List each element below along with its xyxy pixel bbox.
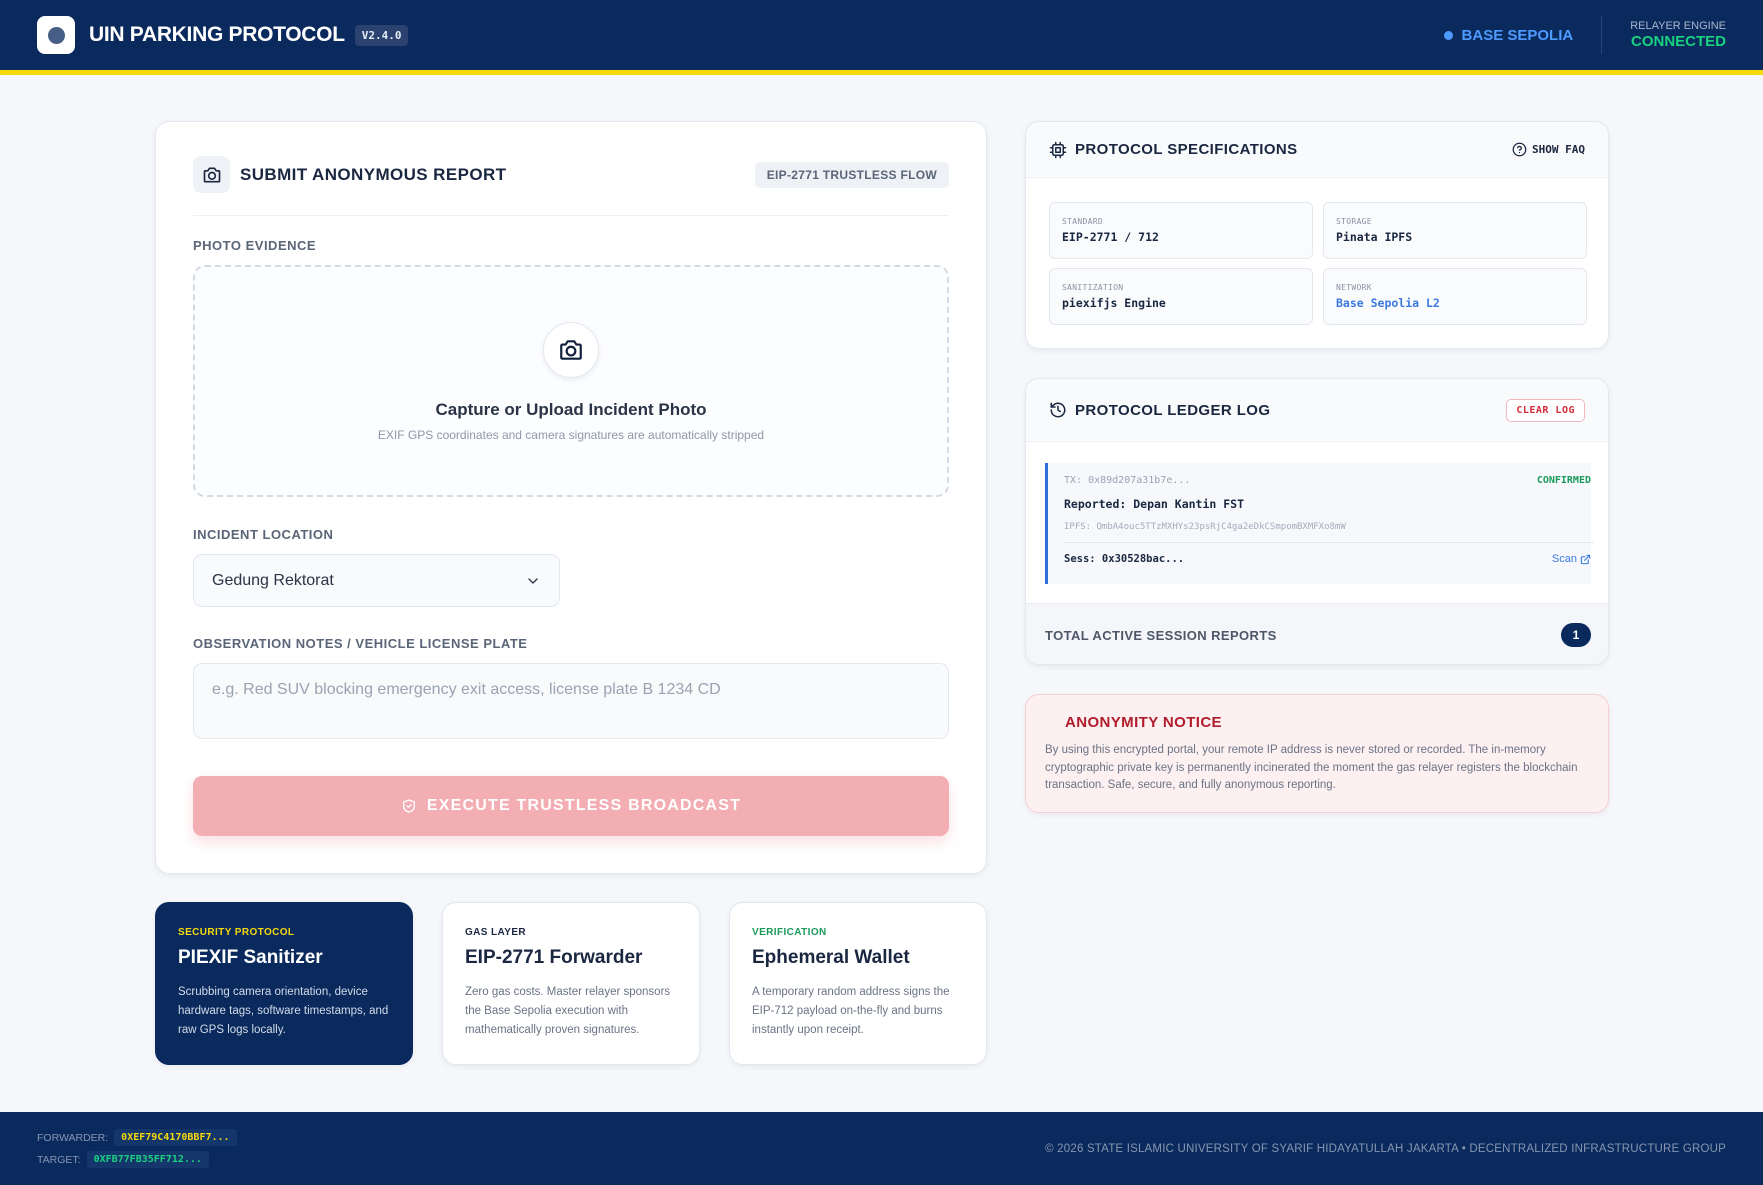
feature-description: Scrubbing camera orientation, device har… (178, 986, 389, 1036)
spec-value: piexifjs Engine (1062, 296, 1166, 310)
network-name: BASE SEPOLIA (1461, 26, 1574, 44)
copyright-text: © 2026 STATE ISLAMIC UNIVERSITY OF SYARI… (1045, 1142, 1726, 1155)
feature-tag: SECURITY PROTOCOL (178, 927, 295, 938)
feature-tag: VERIFICATION (752, 927, 827, 938)
ledger-header: PROTOCOL LEDGER LOG CLEAR LOG (1026, 379, 1608, 442)
location-select[interactable]: Gedung Rektorat (193, 554, 560, 607)
spec-sanitization: SANITIZATION piexifjs Engine (1049, 268, 1313, 325)
spec-storage: STORAGE Pinata IPFS (1323, 202, 1587, 259)
feature-title: Ephemeral Wallet (752, 947, 910, 968)
spec-standard: STANDARD EIP-2771 / 712 (1049, 202, 1313, 259)
spec-label: NETWORK (1336, 283, 1372, 292)
upload-camera-icon (543, 322, 599, 378)
ledger-title: PROTOCOL LEDGER LOG (1075, 401, 1271, 419)
entry-top-row: TX: 0x89d207a31b7e... CONFIRMED (1064, 475, 1591, 486)
app-logo (37, 16, 75, 54)
forwarder-label: FORWARDER: (37, 1131, 109, 1144)
entry-session-id: Sess: 0x30528bac... (1064, 553, 1185, 565)
feature-title: EIP-2771 Forwarder (465, 947, 643, 968)
feature-tag: GAS LAYER (465, 927, 527, 938)
feature-card-forwarder: GAS LAYER EIP-2771 Forwarder Zero gas co… (442, 902, 700, 1065)
version-badge: V2.4.0 (354, 24, 409, 46)
session-reports-summary: TOTAL ACTIVE SESSION REPORTS 1 (1026, 603, 1608, 664)
spec-value: EIP-2771 / 712 (1062, 230, 1159, 244)
observation-notes-label: OBSERVATION NOTES / VEHICLE LICENSE PLAT… (193, 636, 528, 651)
protocol-specs-panel: PROTOCOL SPECIFICATIONS SHOW FAQ STANDAR… (1025, 121, 1609, 349)
target-address-row: TARGET: 0XFB77FB35FF712... (37, 1149, 237, 1171)
contract-addresses: FORWARDER: 0XEF79C4170BBF7... TARGET: 0X… (37, 1127, 237, 1171)
spec-label: STORAGE (1336, 217, 1372, 226)
incident-location-label: INCIDENT LOCATION (193, 527, 334, 542)
shield-check-icon (402, 799, 415, 813)
entry-tx-hash: TX: 0x89d207a31b7e... (1064, 475, 1191, 486)
total-reports-count: 1 (1561, 623, 1591, 647)
notice-title: ANONYMITY NOTICE (1065, 714, 1222, 731)
photo-evidence-label: PHOTO EVIDENCE (193, 238, 317, 253)
external-link-icon (1580, 554, 1591, 564)
location-selected-value: Gedung Rektorat (212, 571, 334, 589)
show-faq-button[interactable]: SHOW FAQ (1512, 142, 1585, 157)
specs-title: PROTOCOL SPECIFICATIONS (1075, 141, 1298, 158)
execute-broadcast-label: EXECUTE TRUSTLESS BROADCAST (426, 797, 742, 814)
target-address: 0XFB77FB35FF712... (86, 1151, 209, 1168)
spec-network: NETWORK Base Sepolia L2 (1323, 268, 1587, 325)
camera-icon (193, 156, 230, 193)
show-faq-label: SHOW FAQ (1532, 143, 1585, 156)
forwarder-address: 0XEF79C4170BBF7... (114, 1129, 237, 1146)
relayer-status: RELAYER ENGINE CONNECTED (1630, 20, 1726, 50)
page-footer: FORWARDER: 0XEF79C4170BBF7... TARGET: 0X… (0, 1112, 1763, 1185)
spec-label: SANITIZATION (1062, 283, 1124, 292)
target-label: TARGET: (37, 1153, 81, 1166)
form-title: SUBMIT ANONYMOUS REPORT (240, 164, 507, 184)
dropzone-title: Capture or Upload Incident Photo (435, 400, 707, 419)
feature-card-ephemeral-wallet: VERIFICATION Ephemeral Wallet A temporar… (729, 902, 987, 1065)
entry-ipfs-hash: IPFS: QmbA4ouc5TTzMXHYs23psRjC4ga2eDkCSm… (1064, 522, 1346, 532)
spec-value: Base Sepolia L2 (1336, 296, 1440, 310)
report-form-card: SUBMIT ANONYMOUS REPORT EIP-2771 TRUSTLE… (155, 121, 987, 874)
form-header: SUBMIT ANONYMOUS REPORT EIP-2771 TRUSTLE… (193, 122, 949, 216)
header-status: BASE SEPOLIA RELAYER ENGINE CONNECTED (1443, 16, 1726, 54)
notes-placeholder: e.g. Red SUV blocking emergency exit acc… (212, 681, 721, 698)
chip-icon (1049, 141, 1067, 158)
spec-label: STANDARD (1062, 217, 1103, 226)
network-dot-icon (1443, 30, 1453, 40)
scan-link[interactable]: Scan (1552, 553, 1591, 565)
feature-description: Zero gas costs. Master relayer sponsors … (465, 986, 671, 1036)
top-header: UIN PARKING PROTOCOL V2.4.0 BASE SEPOLIA… (0, 0, 1763, 75)
app-title: UIN PARKING PROTOCOL (89, 23, 345, 46)
feature-description: A temporary random address signs the EIP… (752, 986, 950, 1036)
feature-title: PIEXIF Sanitizer (178, 947, 323, 968)
history-icon (1050, 402, 1066, 418)
entry-status-badge: CONFIRMED (1536, 475, 1591, 486)
observation-notes-input[interactable]: e.g. Red SUV blocking emergency exit acc… (193, 663, 949, 739)
scan-label: Scan (1551, 553, 1577, 565)
entry-reported-location: Reported: Depan Kantin FST (1064, 497, 1245, 511)
chevron-down-icon (528, 577, 538, 584)
ledger-entry: TX: 0x89d207a31b7e... CONFIRMED Reported… (1045, 463, 1594, 584)
notice-text: By using this encrypted portal, your rem… (1045, 744, 1578, 791)
anonymity-notice: ANONYMITY NOTICE By using this encrypted… (1025, 694, 1609, 813)
relayer-connection-status: CONNECTED (1630, 33, 1726, 50)
specs-header: PROTOCOL SPECIFICATIONS SHOW FAQ (1026, 122, 1608, 178)
header-divider (1601, 16, 1603, 54)
clear-log-button[interactable]: CLEAR LOG (1506, 398, 1585, 422)
logo-dot (47, 26, 65, 44)
forwarder-address-row: FORWARDER: 0XEF79C4170BBF7... (37, 1127, 237, 1149)
network-indicator: BASE SEPOLIA (1443, 26, 1574, 44)
flow-badge: EIP-2771 TRUSTLESS FLOW (754, 161, 949, 188)
feature-card-piexif: SECURITY PROTOCOL PIEXIF Sanitizer Scrub… (155, 902, 413, 1065)
protocol-ledger-panel: PROTOCOL LEDGER LOG CLEAR LOG TX: 0x89d2… (1025, 378, 1609, 665)
total-reports-label: TOTAL ACTIVE SESSION REPORTS (1045, 627, 1277, 643)
help-circle-icon (1512, 142, 1527, 157)
relayer-label: RELAYER ENGINE (1630, 20, 1726, 32)
photo-upload-dropzone[interactable]: Capture or Upload Incident Photo EXIF GP… (193, 265, 949, 497)
execute-broadcast-button[interactable]: EXECUTE TRUSTLESS BROADCAST (193, 776, 949, 836)
dropzone-subtitle: EXIF GPS coordinates and camera signatur… (377, 428, 765, 442)
specs-grid: STANDARD EIP-2771 / 712 STORAGE Pinata I… (1049, 202, 1587, 325)
entry-bottom-row: Sess: 0x30528bac... Scan (1064, 543, 1591, 565)
spec-value: Pinata IPFS (1336, 230, 1413, 244)
